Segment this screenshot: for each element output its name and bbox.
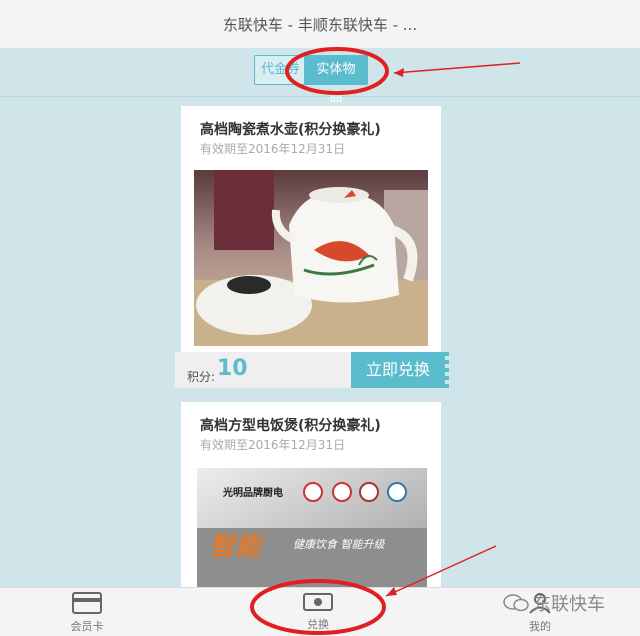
cash-icon	[303, 593, 333, 611]
window-title-text: 东联快车 - 丰顺东联快车 - ...	[222, 15, 418, 34]
product-title: 高档方型电饭煲(积分换豪礼)	[200, 418, 381, 434]
brand-text: 光明品牌厨电	[223, 488, 283, 499]
nav-label: 我的	[529, 620, 551, 633]
promo-big: 智能	[209, 532, 262, 562]
redeem-notch	[443, 352, 449, 388]
points-value: 10	[217, 356, 248, 381]
watermark-text: 东联快车	[533, 594, 605, 615]
product-image-kettle	[194, 170, 428, 346]
product-title: 高档陶瓷煮水壶(积分换豪礼)	[200, 122, 381, 138]
product-card-kettle[interactable]: 高档陶瓷煮水壶(积分换豪礼) 有效期至2016年12月31日 积分: 10 立即…	[175, 106, 449, 388]
tab-voucher[interactable]: 代金券	[254, 55, 310, 85]
nav-label: 兑换	[307, 618, 329, 631]
product-image-rice-cooker: 光明品牌厨电 智能 健康饮食 智能升级	[197, 468, 427, 592]
wechat-icon	[503, 594, 529, 612]
nav-label: 会员卡	[70, 620, 104, 633]
watermark: 东联快车	[503, 590, 605, 616]
promo-sub: 健康饮食 智能升级	[293, 538, 385, 551]
product-validity: 有效期至2016年12月31日	[200, 438, 346, 452]
card-icon	[72, 592, 102, 614]
window-title: 东联快车 - 丰顺东联快车 - ...	[0, 0, 640, 48]
category-tabs: 代金券 实体物品	[0, 48, 640, 105]
product-validity: 有效期至2016年12月31日	[200, 142, 346, 156]
tab-physical-items[interactable]: 实体物品	[304, 55, 368, 105]
redeem-button[interactable]: 立即兑换	[351, 352, 445, 388]
nav-exchange[interactable]: 兑换	[278, 592, 358, 632]
points-label: 积分:	[187, 370, 216, 384]
redeem-bar: 积分: 10 立即兑换	[175, 352, 449, 388]
product-card-rice-cooker[interactable]: 高档方型电饭煲(积分换豪礼) 有效期至2016年12月31日 光明品牌厨电 智能…	[181, 402, 441, 592]
nav-member-card[interactable]: 会员卡	[47, 592, 127, 634]
